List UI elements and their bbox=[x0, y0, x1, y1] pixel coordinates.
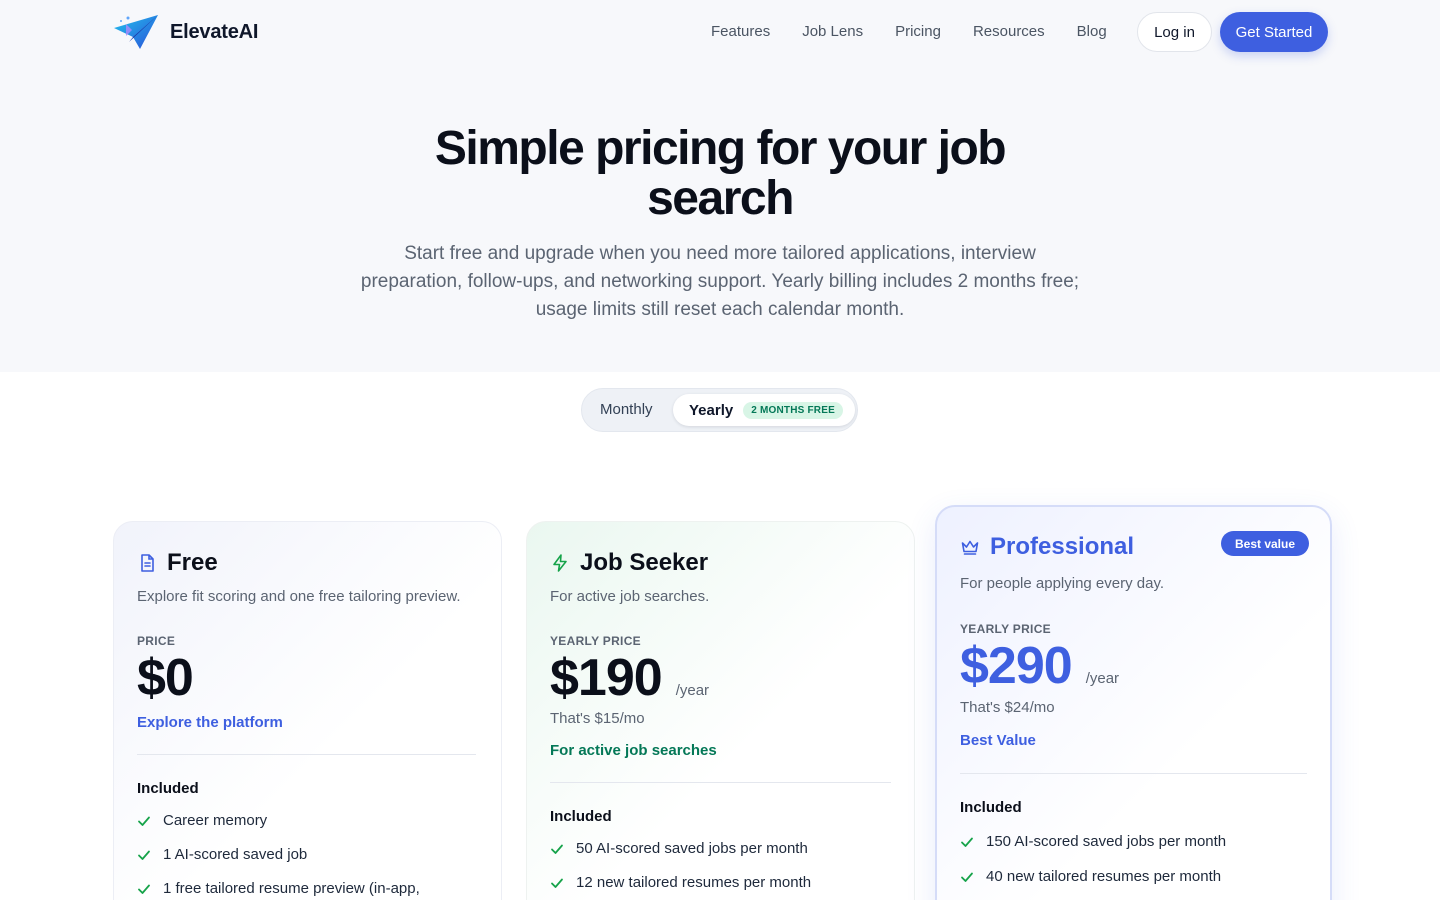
toggle-yearly[interactable]: Yearly 2 MONTHS FREE bbox=[673, 394, 855, 426]
feature-text: 150 AI-scored saved jobs per month bbox=[986, 833, 1227, 850]
check-icon bbox=[551, 844, 563, 854]
plan-header: Professional bbox=[960, 533, 1134, 561]
get-started-button[interactable]: Get Started bbox=[1220, 12, 1328, 52]
feature-item: 12 new tailored resumes per month bbox=[550, 874, 811, 891]
document-icon bbox=[141, 554, 154, 572]
plan-tagline: Explore the platform bbox=[137, 714, 283, 731]
page-subtitle: Start free and upgrade when you need mor… bbox=[360, 243, 1080, 320]
plan-price: $190 bbox=[550, 649, 663, 707]
paper-plane-logo-icon bbox=[114, 15, 158, 49]
brand-name: ElevateAI bbox=[170, 20, 259, 43]
plan-header: Free bbox=[137, 549, 218, 577]
billing-toggle: Monthly Yearly 2 MONTHS FREE bbox=[581, 388, 858, 432]
nav-item-job-lens[interactable]: Job Lens bbox=[802, 20, 863, 44]
crown-icon bbox=[961, 540, 979, 555]
feature-text: 12 new tailored resumes per month bbox=[576, 874, 812, 891]
best-value-badge: Best value bbox=[1221, 531, 1309, 556]
plan-tagline: Best Value bbox=[960, 732, 1036, 749]
plan-description: For people applying every day. bbox=[960, 575, 1165, 592]
divider bbox=[960, 773, 1307, 774]
price-row: $0 bbox=[137, 648, 194, 708]
check-icon bbox=[551, 878, 563, 888]
price-row: $290 /year bbox=[960, 636, 1119, 696]
feature-text: 1 AI-scored saved job bbox=[163, 846, 308, 863]
check-icon bbox=[138, 884, 150, 894]
feature-item: 1 AI-scored saved job bbox=[137, 846, 307, 863]
nav-item-blog[interactable]: Blog bbox=[1077, 20, 1107, 44]
plan-header: Job Seeker bbox=[550, 549, 708, 577]
feature-item: 150 AI-scored saved jobs per month bbox=[960, 833, 1226, 850]
plan-title: Free bbox=[167, 549, 218, 576]
feature-item: 40 new tailored resumes per month bbox=[960, 868, 1221, 885]
plan-price: $290 bbox=[960, 637, 1073, 695]
check-icon bbox=[138, 850, 150, 860]
price-unit: /year bbox=[675, 682, 710, 699]
feature-item: Career memory bbox=[137, 812, 267, 829]
plan-description: Explore fit scoring and one free tailori… bbox=[137, 588, 461, 605]
nav-item-resources[interactable]: Resources bbox=[973, 20, 1045, 44]
feature-text: 40 new tailored resumes per month bbox=[986, 868, 1222, 885]
plan-tagline: For active job searches bbox=[550, 742, 717, 759]
plan-card-job-seeker: Job Seeker For active job searches. YEAR… bbox=[526, 521, 915, 900]
feature-text: Career memory bbox=[163, 812, 268, 829]
brand-logo[interactable]: ElevateAI bbox=[112, 12, 258, 52]
included-heading: Included bbox=[137, 780, 199, 797]
plan-description: For active job searches. bbox=[550, 588, 710, 605]
price-note: That's $15/mo bbox=[550, 710, 645, 727]
login-button[interactable]: Log in bbox=[1137, 12, 1212, 52]
price-label: YEARLY PRICE bbox=[550, 634, 641, 648]
included-heading: Included bbox=[550, 808, 612, 825]
plan-card-free: Free Explore fit scoring and one free ta… bbox=[113, 521, 502, 900]
plan-title: Job Seeker bbox=[580, 549, 709, 576]
months-free-badge: 2 MONTHS FREE bbox=[743, 401, 843, 419]
plan-title: Professional bbox=[990, 533, 1135, 560]
main-nav: Features Job Lens Pricing Resources Blog bbox=[711, 20, 1107, 44]
feature-item: 1 free tailored resume preview (in-app, bbox=[137, 880, 420, 897]
lightning-icon bbox=[553, 554, 567, 572]
check-icon bbox=[961, 872, 973, 882]
price-label: YEARLY PRICE bbox=[960, 622, 1051, 636]
feature-text: 50 AI-scored saved jobs per month bbox=[576, 840, 808, 857]
nav-item-features[interactable]: Features bbox=[711, 20, 770, 44]
divider bbox=[550, 782, 891, 783]
price-unit: /year bbox=[1085, 670, 1120, 687]
check-icon bbox=[138, 816, 150, 826]
included-heading: Included bbox=[960, 799, 1022, 816]
nav-item-pricing[interactable]: Pricing bbox=[895, 20, 941, 44]
price-row: $190 /year bbox=[550, 648, 709, 708]
price-label: PRICE bbox=[137, 634, 176, 648]
page-title: Simple pricing for your job search bbox=[434, 122, 1007, 225]
toggle-yearly-label: Yearly bbox=[689, 401, 734, 419]
plan-price: $0 bbox=[137, 649, 194, 707]
toggle-monthly[interactable]: Monthly bbox=[600, 399, 653, 421]
site-header: ElevateAI Features Job Lens Pricing Reso… bbox=[0, 0, 1440, 64]
feature-item: 50 AI-scored saved jobs per month bbox=[550, 840, 808, 857]
feature-text: 1 free tailored resume preview (in-app, bbox=[163, 880, 420, 897]
check-icon bbox=[961, 837, 973, 847]
divider bbox=[137, 754, 476, 755]
plan-card-professional: Professional Best value For people apply… bbox=[935, 505, 1332, 900]
price-note: That's $24/mo bbox=[960, 699, 1055, 716]
